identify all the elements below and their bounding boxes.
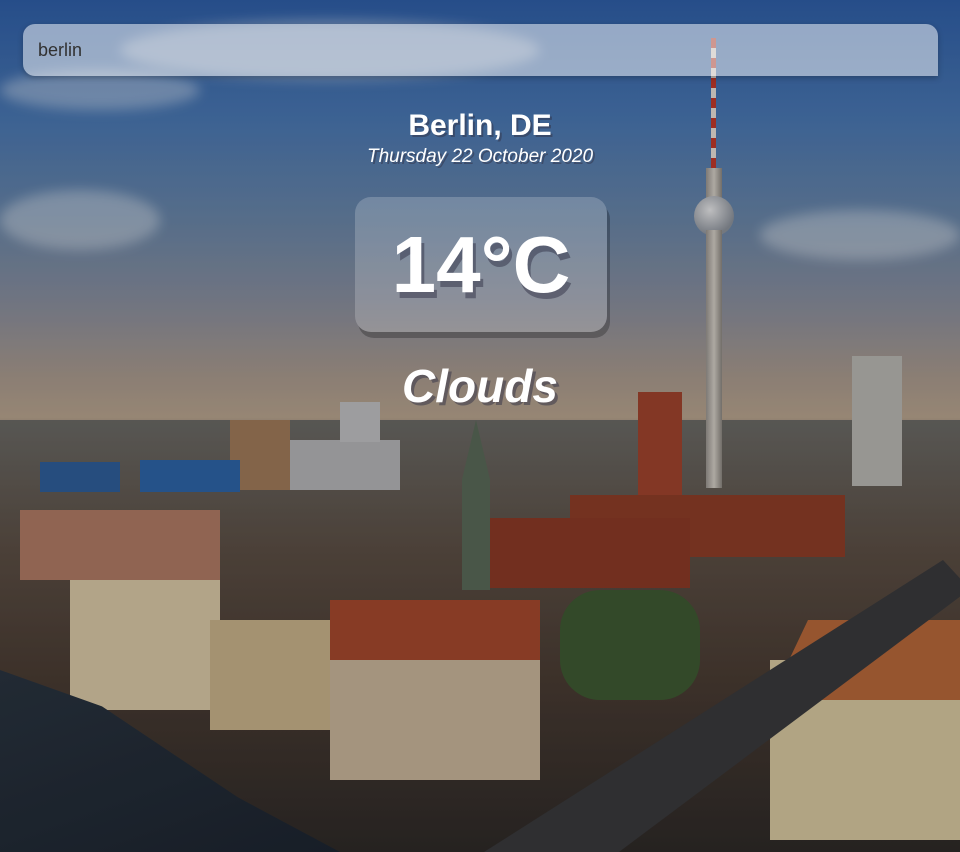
search-input[interactable]: [23, 24, 938, 76]
current-date: Thursday 22 October 2020: [366, 146, 594, 167]
location-name: Berlin, DE: [408, 109, 552, 142]
temperature-display: 14°C: [355, 197, 607, 332]
location-box: Berlin, DE Thursday 22 October 2020: [0, 108, 960, 170]
weather-condition: Clouds: [402, 360, 558, 412]
weather-app: Berlin, DE Thursday 22 October 2020 14°C…: [0, 0, 960, 852]
